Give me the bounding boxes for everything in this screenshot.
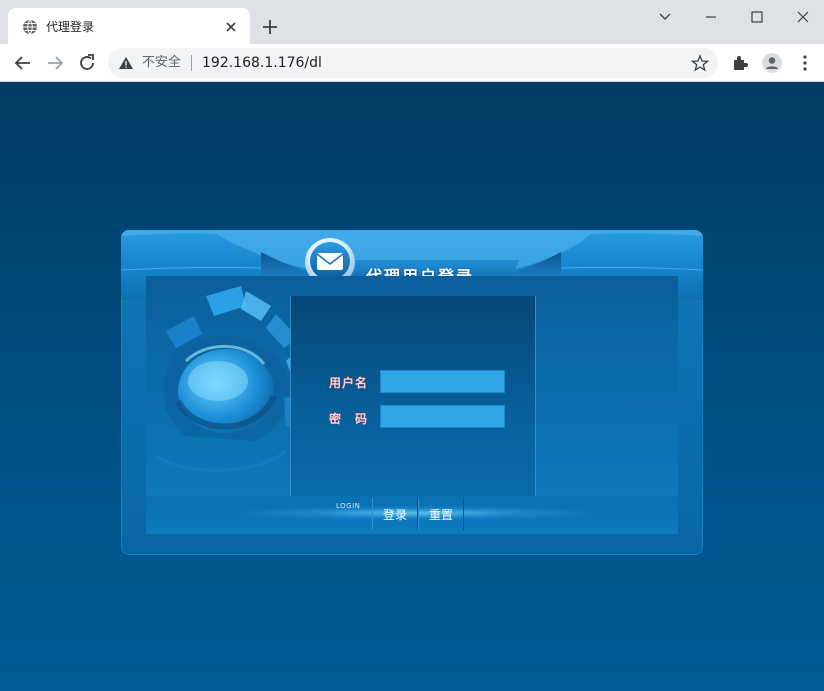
login-panel: 代理用户登录 (121, 230, 703, 555)
page-viewport: 代理用户登录 (0, 82, 824, 691)
login-button[interactable]: 登录 (372, 498, 418, 530)
password-label: 密 码 (329, 412, 369, 426)
kebab-menu-icon[interactable] (794, 52, 816, 74)
reload-icon[interactable] (76, 52, 98, 74)
back-arrow-icon[interactable] (12, 52, 34, 74)
profile-icon[interactable] (761, 52, 783, 74)
username-input[interactable] (380, 370, 505, 393)
warning-icon[interactable] (118, 55, 134, 71)
browser-toolbar: 不安全 192.168.1.176/dl (0, 44, 824, 82)
tab-title: 代理登录 (46, 20, 95, 34)
maximize-icon[interactable] (746, 6, 768, 28)
omnibox-divider (191, 55, 192, 71)
extension-icon[interactable] (729, 52, 751, 74)
window-close-icon[interactable] (792, 6, 814, 28)
star-icon[interactable] (691, 54, 709, 72)
chevron-down-icon[interactable] (654, 6, 676, 28)
browser-tab[interactable]: 代理登录 (8, 8, 250, 44)
security-status[interactable]: 不安全 (142, 55, 181, 71)
username-label: 用户名 (329, 376, 369, 390)
address-bar[interactable]: 不安全 192.168.1.176/dl (108, 48, 718, 78)
close-icon[interactable] (222, 18, 240, 36)
browser-tab-strip: 代理登录 (0, 0, 824, 44)
plus-icon[interactable] (261, 18, 279, 36)
login-caption: LOGIN (336, 502, 361, 510)
button-bar: LOGIN 登录 重置 (146, 496, 678, 534)
login-form: 用户名 密 码 (290, 296, 536, 496)
forward-arrow-icon[interactable] (44, 52, 66, 74)
minimize-icon[interactable] (700, 6, 722, 28)
password-input[interactable] (380, 405, 505, 428)
reset-button[interactable]: 重置 (418, 498, 464, 530)
globe-icon (23, 19, 37, 35)
url-text[interactable]: 192.168.1.176/dl (202, 54, 322, 72)
